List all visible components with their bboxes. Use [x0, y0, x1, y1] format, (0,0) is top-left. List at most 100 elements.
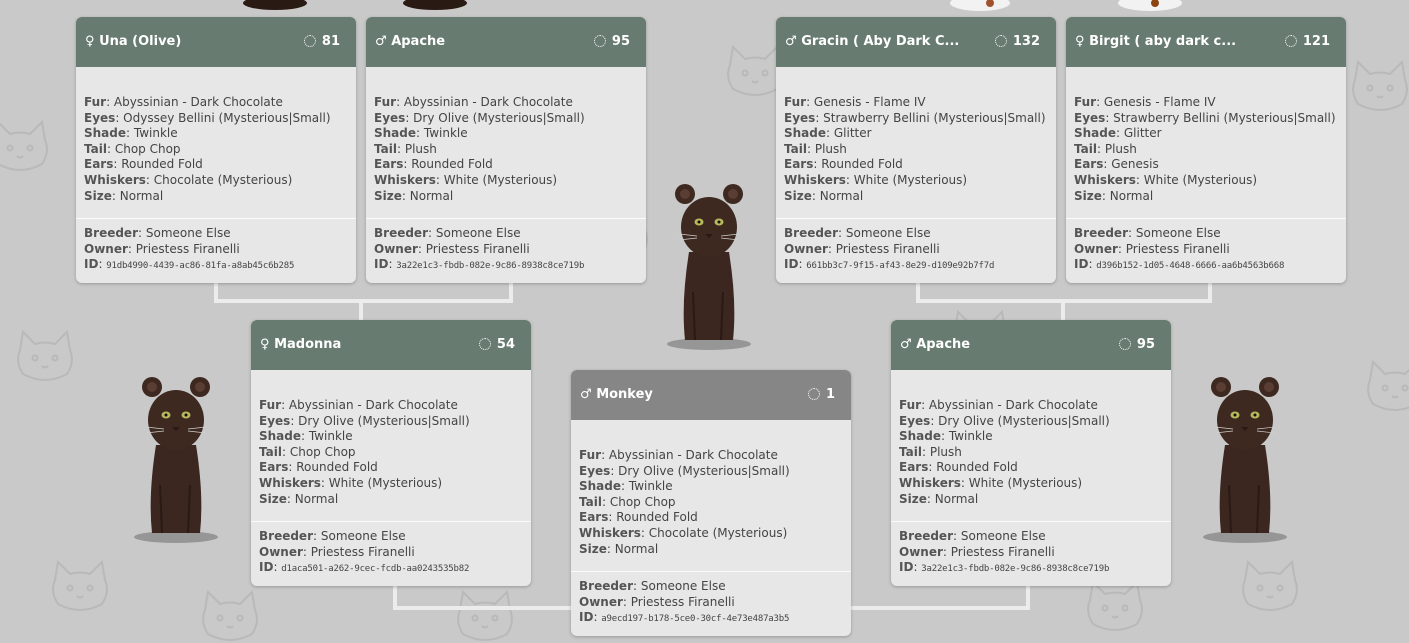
cat-name[interactable]: ♂ Gracin ( Aby Dark C...	[785, 34, 975, 49]
trait-fur: Fur: Abyssinian - Dark Chocolate	[579, 448, 778, 462]
connector-to-madonna	[359, 299, 363, 321]
generation-count: 121	[1284, 34, 1330, 49]
cat-name[interactable]: ♀ Madonna	[260, 337, 450, 352]
trait-eyes: Eyes: Dry Olive (Mysterious|Small)	[374, 110, 585, 125]
male-icon: ♂	[580, 387, 592, 402]
card-meta: Breeder: Someone Else Owner: Priestess F…	[1066, 219, 1346, 283]
trait-list: Fur: Genesis - Flame IV Eyes: Strawberry…	[1066, 67, 1346, 220]
cat-portrait-madonna	[134, 377, 218, 543]
id-line: ID: a9ecd197-b178-5ce0-30cf-4e73e487a3b5	[579, 610, 790, 625]
card-header[interactable]: ♀ Madonna 54	[251, 320, 531, 370]
card-header[interactable]: ♂ Monkey 1	[571, 370, 851, 420]
trait-eyes: Eyes: Dry Olive (Mysterious|Small)	[579, 463, 790, 478]
trait-size: Size: Normal	[374, 188, 454, 203]
owner-line: Owner: Priestess Firanelli	[784, 241, 940, 256]
trait-whiskers: Whiskers: White (Mysterious)	[1074, 172, 1258, 187]
cat-card-madonna[interactable]: ♀ Madonna 54 Fur: Abyssinian - Dark Choc…	[251, 320, 531, 586]
trait-shade: Shade: Glitter	[784, 126, 872, 141]
trait-shade: Shade: Twinkle	[374, 126, 468, 141]
cat-name[interactable]: ♀ Birgit ( aby dark c...	[1075, 34, 1265, 49]
card-header[interactable]: ♀ Una (Olive) 81	[76, 17, 356, 67]
cat-card-apache-mid[interactable]: ♂ Apache 95 Fur: Abyssinian - Dark Choco…	[891, 320, 1171, 586]
cat-name[interactable]: ♀ Una (Olive)	[85, 34, 275, 49]
trait-shade: Shade: Twinkle	[579, 479, 673, 494]
trait-ears: Ears: Rounded Fold	[374, 157, 493, 172]
cat-card-apache-top[interactable]: ♂ Apache 95 Fur: Abyssinian - Dark Choco…	[366, 17, 646, 283]
card-meta: Breeder: Someone Else Owner: Priestess F…	[571, 572, 851, 636]
cat-name-text: Madonna	[274, 337, 342, 352]
id-line: ID: d1aca501-a262-9cec-fcdb-aa0243535b82	[259, 560, 470, 575]
trait-tail: Tail: Plush	[1074, 141, 1137, 156]
trait-list: Fur: Abyssinian - Dark Chocolate Eyes: D…	[891, 370, 1171, 523]
breeder-line: Breeder: Someone Else	[84, 226, 231, 241]
owner-line: Owner: Priestess Firanelli	[374, 241, 530, 256]
cat-card-birgit[interactable]: ♀ Birgit ( aby dark c... 121 Fur: Genesi…	[1066, 17, 1346, 283]
breeder-line: Breeder: Someone Else	[259, 529, 406, 544]
trait-ears: Ears: Genesis	[1074, 157, 1159, 172]
card-header[interactable]: ♂ Apache 95	[891, 320, 1171, 370]
card-meta: Breeder: Someone Else Owner: Priestess F…	[891, 522, 1171, 586]
connector-una-apache-bar	[214, 299, 513, 303]
cat-name-text: Apache	[391, 34, 446, 49]
trait-ears: Ears: Rounded Fold	[784, 157, 903, 172]
generation-value: 95	[1136, 337, 1155, 352]
trait-fur: Fur: Genesis - Flame IV	[784, 95, 926, 109]
connector-to-apache-mid	[1061, 299, 1065, 321]
cat-name-text: Una (Olive)	[99, 34, 182, 49]
generation-count: 95	[1118, 337, 1155, 352]
trait-whiskers: Whiskers: White (Mysterious)	[784, 172, 968, 187]
generation-icon	[1118, 338, 1131, 350]
cat-card-gracin[interactable]: ♂ Gracin ( Aby Dark C... 132 Fur: Genesi…	[776, 17, 1056, 283]
trait-size: Size: Normal	[84, 188, 164, 203]
trait-fur: Fur: Abyssinian - Dark Chocolate	[374, 95, 573, 109]
trait-list: Fur: Abyssinian - Dark Chocolate Eyes: D…	[251, 370, 531, 523]
card-header[interactable]: ♀ Birgit ( aby dark c... 121	[1066, 17, 1346, 67]
trait-eyes: Eyes: Odyssey Bellini (Mysterious|Small)	[84, 110, 331, 125]
trait-fur: Fur: Abyssinian - Dark Chocolate	[84, 95, 283, 109]
trait-whiskers: Whiskers: Chocolate (Mysterious)	[579, 525, 788, 540]
cat-portrait-monkey	[667, 184, 751, 350]
cat-card-monkey[interactable]: ♂ Monkey 1 Fur: Abyssinian - Dark Chocol…	[571, 370, 851, 636]
trait-fur: Fur: Abyssinian - Dark Chocolate	[899, 398, 1098, 412]
generation-value: 95	[611, 34, 630, 49]
card-meta: Breeder: Someone Else Owner: Priestess F…	[251, 522, 531, 586]
trait-size: Size: Normal	[899, 491, 979, 506]
trait-ears: Ears: Rounded Fold	[579, 510, 698, 525]
id-line: ID: 3a22e1c3-fbdb-082e-9c86-8938c8ce719b	[899, 560, 1110, 575]
cat-name-text: Monkey	[596, 387, 653, 402]
id-line: ID: 91db4990-4439-ac86-81fa-a8ab45c6b285	[84, 257, 295, 272]
generation-value: 121	[1302, 34, 1330, 49]
generation-icon	[303, 35, 316, 47]
owner-line: Owner: Priestess Firanelli	[899, 544, 1055, 559]
trait-whiskers: Whiskers: White (Mysterious)	[899, 475, 1083, 490]
breeder-line: Breeder: Someone Else	[579, 579, 726, 594]
breeder-line: Breeder: Someone Else	[784, 226, 931, 241]
trait-eyes: Eyes: Dry Olive (Mysterious|Small)	[259, 413, 470, 428]
cat-name-text: Birgit ( aby dark c...	[1089, 34, 1237, 49]
cat-name-text: Apache	[916, 337, 971, 352]
cat-name[interactable]: ♂ Apache	[375, 34, 565, 49]
cat-name[interactable]: ♂ Apache	[900, 337, 1090, 352]
card-header[interactable]: ♂ Apache 95	[366, 17, 646, 67]
card-header[interactable]: ♂ Gracin ( Aby Dark C... 132	[776, 17, 1056, 67]
trait-eyes: Eyes: Strawberry Bellini (Mysterious|Sma…	[1074, 110, 1336, 125]
card-meta: Breeder: Someone Else Owner: Priestess F…	[76, 219, 356, 283]
owner-line: Owner: Priestess Firanelli	[84, 241, 240, 256]
generation-count: 81	[303, 34, 340, 49]
generation-value: 81	[321, 34, 340, 49]
trait-tail: Tail: Chop Chop	[259, 444, 356, 459]
cat-card-una[interactable]: ♀ Una (Olive) 81 Fur: Abyssinian - Dark …	[76, 17, 356, 283]
cat-feet-top-left	[243, 0, 467, 10]
cat-name[interactable]: ♂ Monkey	[580, 387, 770, 402]
card-meta: Breeder: Someone Else Owner: Priestess F…	[366, 219, 646, 283]
trait-ears: Ears: Rounded Fold	[899, 460, 1018, 475]
generation-count: 132	[994, 34, 1040, 49]
trait-fur: Fur: Abyssinian - Dark Chocolate	[259, 398, 458, 412]
trait-shade: Shade: Twinkle	[84, 126, 178, 141]
trait-size: Size: Normal	[259, 491, 339, 506]
id-line: ID: 661bb3c7-9f15-af43-8e29-d109e92b7f7d	[784, 257, 995, 272]
generation-icon	[593, 35, 606, 47]
trait-list: Fur: Abyssinian - Dark Chocolate Eyes: O…	[76, 67, 356, 220]
card-meta: Breeder: Someone Else Owner: Priestess F…	[776, 219, 1056, 283]
generation-value: 132	[1012, 34, 1040, 49]
